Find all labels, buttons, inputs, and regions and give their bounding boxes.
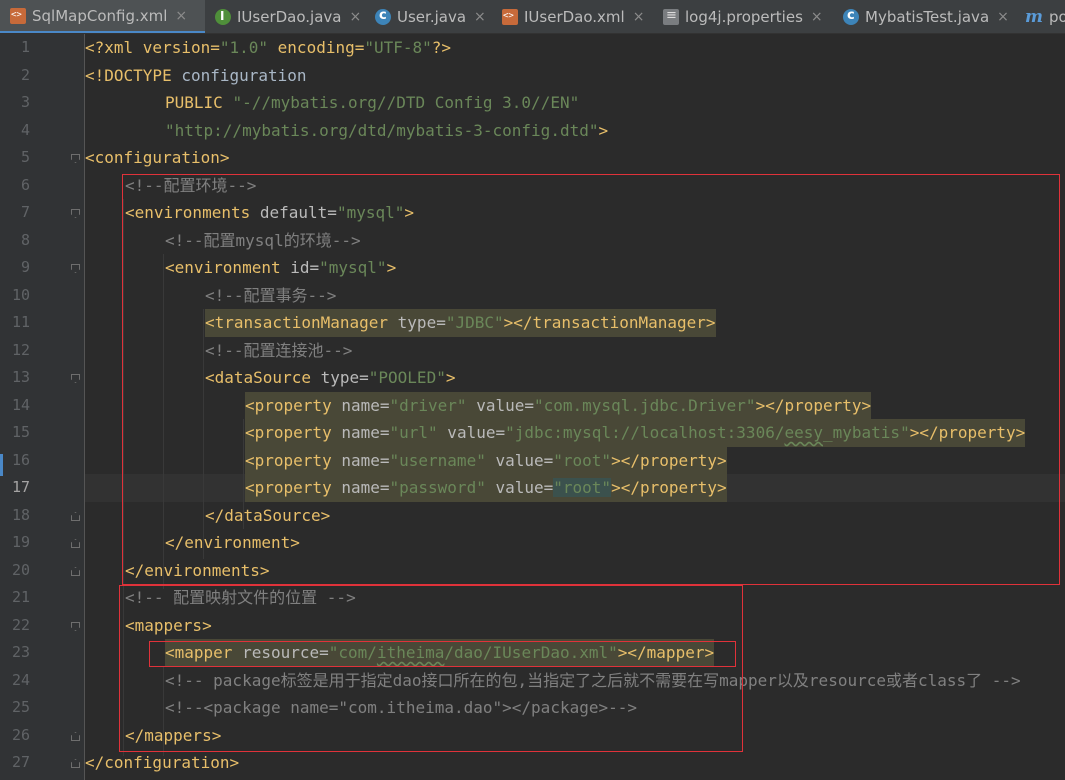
line-number: 14 bbox=[11, 395, 30, 414]
line-number: 18 bbox=[11, 505, 30, 524]
line-number: 9 bbox=[20, 258, 30, 276]
class-icon bbox=[375, 8, 391, 25]
tab-label: SqlMapConfig.xml bbox=[32, 6, 168, 25]
tab-user-java[interactable]: User.java × bbox=[365, 0, 492, 33]
xml-declaration-end: ?> bbox=[431, 38, 452, 57]
doctype-end: > bbox=[598, 120, 609, 140]
line-number: 1 bbox=[20, 38, 30, 56]
line-number: 12 bbox=[11, 340, 30, 359]
tab-pom-xml[interactable]: m po bbox=[1015, 0, 1065, 33]
tab-mybatistest-java[interactable]: MybatisTest.java × bbox=[833, 0, 1015, 33]
code-line-1: <?xml version="1.0" encoding="UTF-8"?> bbox=[85, 34, 451, 62]
code-line-5: <configuration> bbox=[85, 144, 230, 172]
close-icon[interactable]: × bbox=[633, 9, 645, 25]
close-icon[interactable]: × bbox=[997, 9, 1009, 25]
line-number: 21 bbox=[11, 588, 30, 606]
line-number: 13 bbox=[11, 368, 30, 386]
tab-label: MybatisTest.java bbox=[865, 8, 990, 26]
close-icon[interactable]: × bbox=[811, 9, 823, 25]
editor-tab-bar: SqlMapConfig.xml × IUserDao.java × User.… bbox=[0, 0, 1065, 34]
annotation-box-mapper bbox=[149, 641, 736, 667]
line-number: 20 bbox=[11, 560, 30, 579]
doctype-keyword: <!DOCTYPE bbox=[85, 65, 182, 85]
line-number: 11 bbox=[11, 313, 30, 331]
line-number: 7 bbox=[20, 203, 30, 221]
annotation-box-environments bbox=[122, 174, 1060, 585]
line-number: 6 bbox=[20, 175, 30, 194]
code-line-4: "http://mybatis.org/dtd/mybatis-3-config… bbox=[165, 117, 608, 145]
tab-sqlmapconfig-xml[interactable]: SqlMapConfig.xml × bbox=[0, 0, 205, 33]
xml-tag: </configuration> bbox=[85, 753, 240, 772]
public-id: "-//mybatis.org//DTD Config 3.0//EN" bbox=[232, 93, 580, 112]
line-number: 8 bbox=[20, 230, 30, 249]
annotation-box-mappers bbox=[119, 585, 743, 752]
xml-file-icon bbox=[10, 7, 26, 24]
tab-label: IUserDao.java bbox=[237, 8, 342, 26]
code-line-2: <!DOCTYPE configuration bbox=[85, 62, 307, 90]
tab-label: log4j.properties bbox=[685, 8, 803, 26]
tab-log4j-properties[interactable]: log4j.properties × bbox=[653, 0, 833, 33]
attr-value: "UTF-8" bbox=[364, 38, 432, 57]
line-number: 4 bbox=[20, 120, 30, 139]
attr-value: "1.0" bbox=[219, 38, 269, 57]
close-icon[interactable]: × bbox=[349, 9, 361, 25]
line-number: 19 bbox=[11, 533, 30, 551]
public-keyword: PUBLIC bbox=[165, 93, 233, 112]
close-icon[interactable]: × bbox=[474, 9, 486, 25]
current-line-marker bbox=[0, 454, 3, 476]
tab-label: IUserDao.xml bbox=[524, 8, 625, 26]
tab-iuserdao-java[interactable]: IUserDao.java × bbox=[205, 0, 365, 33]
tab-iuserdao-xml[interactable]: IUserDao.xml × bbox=[492, 0, 653, 33]
line-number: 26 bbox=[11, 725, 30, 744]
xml-declaration: <?xml version= bbox=[85, 38, 220, 57]
line-number: 22 bbox=[11, 615, 30, 634]
line-number: 2 bbox=[20, 65, 30, 84]
line-number: 5 bbox=[20, 148, 30, 166]
doctype-name: configuration bbox=[181, 65, 307, 85]
tab-label: po bbox=[1049, 8, 1065, 26]
line-number: 17 bbox=[11, 478, 30, 496]
line-number: 15 bbox=[11, 423, 30, 441]
xml-file-icon bbox=[502, 9, 518, 25]
line-number: 27 bbox=[11, 753, 30, 771]
maven-icon: m bbox=[1025, 7, 1043, 27]
code-line-27: </configuration> bbox=[85, 749, 239, 777]
line-number: 10 bbox=[11, 285, 30, 304]
line-number: 16 bbox=[11, 450, 30, 469]
system-id: "http://mybatis.org/dtd/mybatis-3-config… bbox=[165, 120, 599, 140]
line-number: 23 bbox=[11, 643, 30, 661]
tab-label: User.java bbox=[397, 8, 467, 26]
line-number: 3 bbox=[20, 93, 30, 111]
xml-tag: <configuration> bbox=[85, 148, 230, 167]
interface-icon bbox=[215, 9, 231, 25]
line-number: 24 bbox=[11, 670, 30, 689]
properties-file-icon bbox=[663, 8, 679, 25]
attr-name: encoding= bbox=[268, 38, 365, 57]
code-line-3: PUBLIC "-//mybatis.org//DTD Config 3.0//… bbox=[165, 89, 579, 117]
class-icon bbox=[843, 8, 859, 25]
line-number: 25 bbox=[11, 698, 30, 716]
close-icon[interactable]: × bbox=[175, 8, 187, 24]
